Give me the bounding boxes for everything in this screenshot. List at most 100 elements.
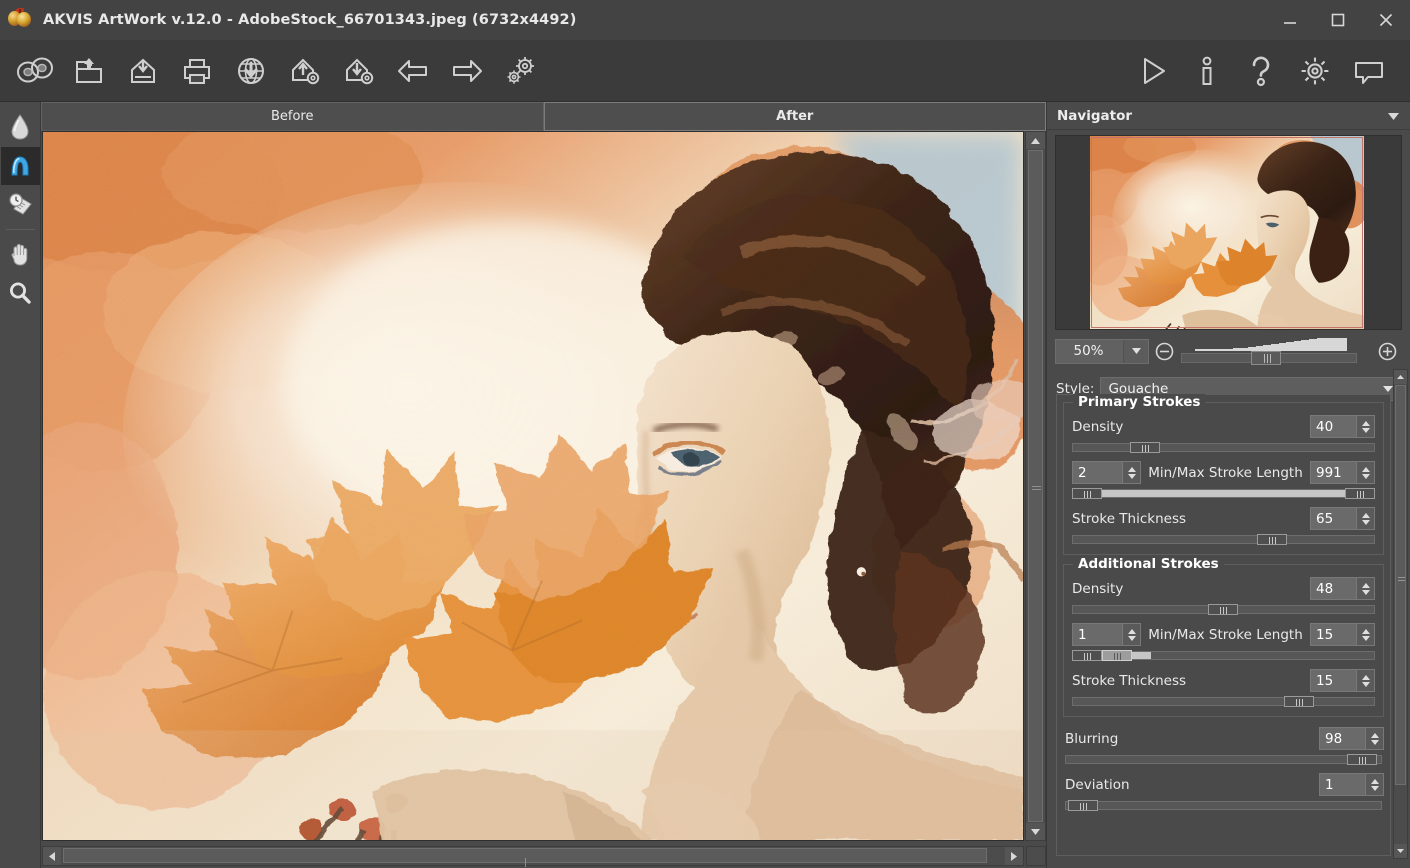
new-image-button[interactable] [8, 45, 62, 97]
primary-density-arrows[interactable] [1356, 415, 1375, 438]
blurring-spinner[interactable]: 98 [1319, 727, 1384, 750]
blurring-arrows[interactable] [1365, 727, 1384, 750]
additional-thickness-slider[interactable] [1072, 696, 1375, 707]
info-button[interactable] [1180, 45, 1234, 97]
publish-web-button[interactable] [224, 45, 278, 97]
settings-vertical-scrollbar[interactable] [1393, 369, 1408, 859]
primary-min-length-arrows[interactable] [1122, 461, 1141, 484]
help-question-icon [1252, 56, 1270, 87]
navigator-painting-preview [1090, 136, 1364, 329]
primary-min-length-spinner[interactable]: 2 [1072, 461, 1141, 484]
redo-button[interactable] [440, 45, 494, 97]
additional-density-slider[interactable] [1072, 604, 1375, 615]
zoom-out-button[interactable] [1149, 342, 1179, 361]
maximize-button[interactable] [1314, 0, 1362, 41]
primary-min-length-value[interactable]: 2 [1072, 461, 1122, 484]
additional-thickness-value[interactable]: 15 [1310, 669, 1356, 692]
additional-stroke-length-slider[interactable] [1072, 650, 1375, 661]
comment-bubble-icon [1355, 62, 1383, 84]
additional-density-arrows[interactable] [1356, 577, 1375, 600]
save-preset-button[interactable] [332, 45, 386, 97]
additional-thickness-arrows[interactable] [1356, 669, 1375, 692]
help-button[interactable] [1234, 45, 1288, 97]
additional-density-value[interactable]: 48 [1310, 577, 1356, 600]
stroke-direction-tool[interactable] [0, 147, 40, 185]
tab-after[interactable]: After [543, 102, 1046, 131]
additional-max-length-spinner[interactable]: 15 [1310, 623, 1375, 646]
window-controls [1266, 0, 1410, 41]
primary-max-length-arrows[interactable] [1356, 461, 1375, 484]
additional-min-length-arrows[interactable] [1122, 623, 1141, 646]
minimize-button[interactable] [1266, 0, 1314, 41]
close-button[interactable] [1362, 0, 1410, 41]
zoom-tool[interactable] [1, 274, 40, 312]
additional-thickness-spinner[interactable]: 15 [1310, 669, 1375, 692]
primary-thickness-value[interactable]: 65 [1310, 507, 1356, 530]
comments-button[interactable] [1342, 45, 1396, 97]
deviation-value[interactable]: 1 [1319, 773, 1365, 796]
settings-scroll-thumb[interactable] [1395, 385, 1406, 785]
zoom-dropdown-icon[interactable] [1123, 339, 1148, 363]
vertical-scroll-thumb[interactable] [1028, 150, 1043, 822]
additional-thickness-row: Stroke Thickness 15 [1072, 668, 1375, 693]
deviation-spinner[interactable]: 1 [1319, 773, 1384, 796]
undo-button[interactable] [386, 45, 440, 97]
save-image-button[interactable] [116, 45, 170, 97]
scrollbar-corner [1026, 846, 1046, 866]
primary-density-row: Density 40 [1072, 414, 1375, 439]
open-image-button[interactable] [62, 45, 116, 97]
primary-stroke-length-label: Min/Max Stroke Length [1148, 464, 1303, 481]
toolbar-left-group [0, 45, 548, 97]
blurring-value[interactable]: 98 [1319, 727, 1365, 750]
primary-thickness-spinner[interactable]: 65 [1310, 507, 1375, 530]
scroll-right-button[interactable] [1005, 847, 1023, 865]
primary-density-spinner[interactable]: 40 [1310, 415, 1375, 438]
deviation-slider[interactable] [1065, 800, 1382, 811]
additional-max-length-value[interactable]: 15 [1310, 623, 1356, 646]
zoom-level-combobox[interactable]: 50% [1055, 338, 1149, 364]
zoom-slider[interactable] [1181, 337, 1370, 365]
painting-canvas[interactable] [42, 131, 1024, 841]
print-image-icon [184, 59, 210, 84]
canvas-vertical-scrollbar[interactable] [1025, 131, 1046, 841]
zoom-in-button[interactable] [1372, 342, 1402, 361]
additional-max-length-arrows[interactable] [1356, 623, 1375, 646]
image-viewport [41, 131, 1046, 868]
scroll-down-button[interactable] [1026, 823, 1045, 840]
main-toolbar [0, 41, 1410, 102]
batch-processing-button[interactable] [494, 45, 548, 97]
smudge-droplet-tool[interactable] [1, 108, 40, 146]
preferences-button[interactable] [1288, 45, 1342, 97]
history-brush-tool[interactable] [1, 186, 40, 224]
settings-panel: Navigator 50% Style: Gouache Primary Str… [1046, 102, 1410, 868]
load-preset-button[interactable] [278, 45, 332, 97]
primary-density-value[interactable]: 40 [1310, 415, 1356, 438]
additional-min-length-spinner[interactable]: 1 [1072, 623, 1141, 646]
additional-density-spinner[interactable]: 48 [1310, 577, 1375, 600]
primary-density-slider[interactable] [1072, 442, 1375, 453]
print-image-button[interactable] [170, 45, 224, 97]
deviation-arrows[interactable] [1365, 773, 1384, 796]
primary-stroke-length-slider[interactable] [1072, 488, 1375, 499]
blurring-slider[interactable] [1065, 754, 1382, 765]
run-button[interactable] [1126, 45, 1180, 97]
navigator-thumbnail[interactable] [1055, 135, 1402, 330]
primary-max-length-value[interactable]: 991 [1310, 461, 1356, 484]
magnifier-icon [10, 282, 31, 304]
primary-thickness-slider[interactable] [1072, 534, 1375, 545]
primary-max-length-spinner[interactable]: 991 [1310, 461, 1375, 484]
blurring-label: Blurring [1065, 730, 1119, 747]
scroll-up-button[interactable] [1026, 132, 1045, 149]
horizontal-scroll-track[interactable] [61, 847, 1005, 867]
scroll-left-button[interactable] [43, 847, 61, 865]
zoom-slider-thumb[interactable] [1251, 351, 1281, 365]
primary-thickness-arrows[interactable] [1356, 507, 1375, 530]
navigator-collapse-icon[interactable] [1387, 106, 1400, 125]
horizontal-scroll-thumb[interactable] [63, 848, 987, 867]
additional-min-length-value[interactable]: 1 [1072, 623, 1122, 646]
tab-before[interactable]: Before [41, 102, 544, 131]
hand-tool[interactable] [1, 235, 40, 273]
canvas-horizontal-scrollbar[interactable] [42, 846, 1024, 867]
settings-scroll-down-button[interactable] [1394, 844, 1407, 858]
settings-scroll-up-button[interactable] [1394, 370, 1407, 384]
